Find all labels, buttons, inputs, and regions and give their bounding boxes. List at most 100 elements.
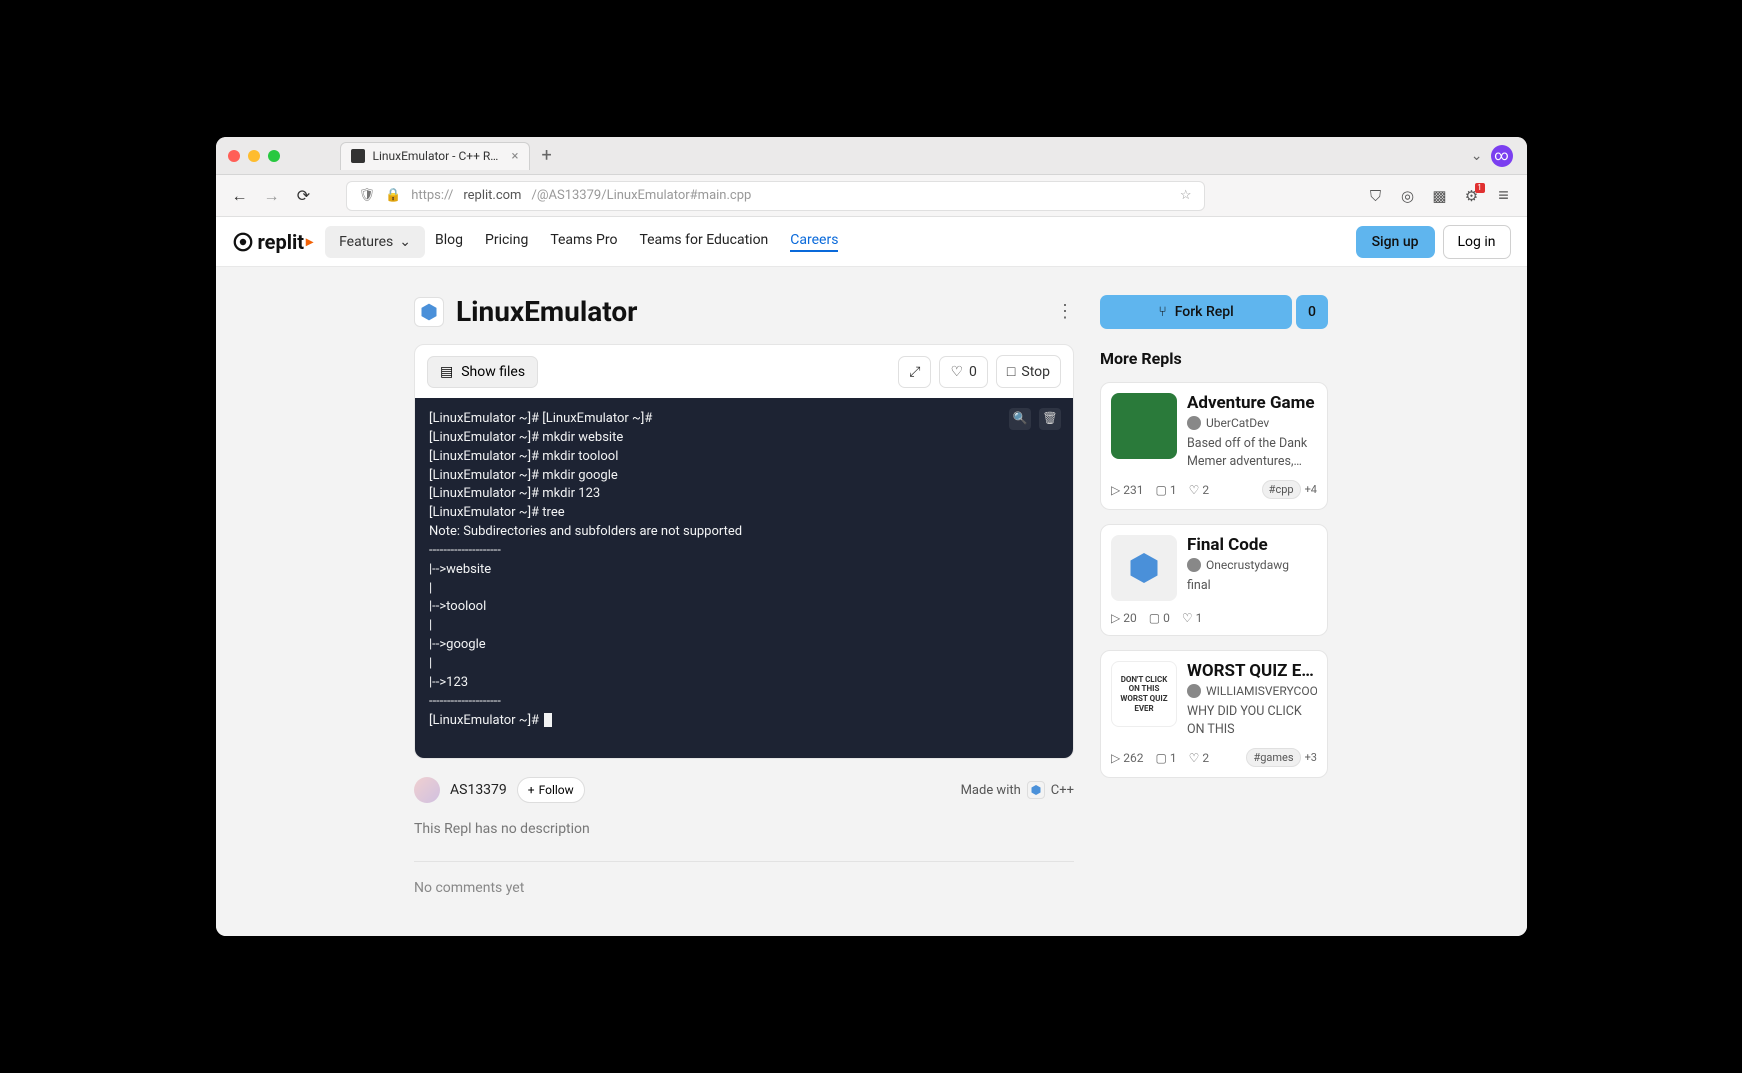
files-icon: ▤ (440, 364, 453, 380)
close-window-button[interactable] (228, 150, 240, 162)
fork-label: Fork Repl (1175, 304, 1234, 320)
card-title: Final Code (1187, 535, 1317, 555)
terminal-search-icon[interactable]: 🔍 (1009, 408, 1031, 430)
stop-button[interactable]: □ Stop (996, 355, 1061, 388)
address-bar[interactable]: 🛡 🔒 https://replit.com/@AS13379/LinuxEmu… (346, 181, 1205, 211)
terminal-output: [LinuxEmulator ~]# [LinuxEmulator ~]# [L… (429, 411, 742, 728)
nav-links: Blog Pricing Teams Pro Teams for Educati… (435, 232, 838, 252)
fork-count[interactable]: 0 (1296, 295, 1328, 329)
logo[interactable]: replit ▸ (232, 230, 314, 254)
card-author-avatar (1187, 416, 1201, 430)
plus-icon: + (528, 783, 535, 797)
author-avatar[interactable] (414, 777, 440, 803)
author-row: AS13379 + Follow Made with C++ (414, 777, 1074, 803)
more-menu-icon[interactable]: ⋮ (1056, 301, 1074, 322)
tabs-overflow-icon[interactable]: ⌄ (1471, 148, 1483, 164)
card-thumb: DON'T CLICK ON THIS WORST QUIZ EVER (1111, 661, 1177, 727)
play-icon: ▷ (1111, 611, 1120, 625)
heart-icon: ♡ (1189, 751, 1200, 765)
card-title: Adventure Game (1187, 393, 1317, 413)
nav-pricing[interactable]: Pricing (485, 232, 528, 252)
heart-icon: ♡ (1189, 483, 1200, 497)
no-comments-label: No comments yet (414, 880, 1074, 896)
shield-icon: 🛡 (359, 188, 376, 203)
tag-games[interactable]: #games (1246, 748, 1300, 767)
fork-row: ⑂ Fork Repl 0 (1100, 295, 1328, 329)
features-dropdown[interactable]: Features ⌄ (325, 226, 425, 258)
profile-badge-icon[interactable]: ∞ (1491, 145, 1513, 167)
tag-cpp[interactable]: #cpp (1262, 480, 1301, 499)
lock-icon: 🔒 (385, 188, 401, 203)
fork-button[interactable]: ⑂ Fork Repl (1100, 295, 1292, 329)
comment-icon: ▢ (1149, 611, 1160, 625)
card-title: WORST QUIZ EV... (1187, 661, 1317, 681)
repl-card: ▤ Show files ⤢ ♡ 0 □ Stop 🔍 🗑 [LinuxEmulat… (414, 344, 1074, 759)
more-repl-card[interactable]: Final Code Onecrustydawg final ▷20 ▢0 ♡1 (1100, 524, 1328, 636)
expand-icon: ⤢ (909, 364, 920, 380)
reload-button[interactable]: ⟳ (294, 186, 314, 205)
url-toolbar: ← → ⟳ 🛡 🔒 https://replit.com/@AS13379/Li… (216, 175, 1527, 217)
language-badge (414, 297, 444, 327)
login-button[interactable]: Log in (1443, 225, 1511, 259)
features-label: Features (339, 234, 393, 250)
favicon (351, 149, 365, 163)
made-with-badge[interactable] (1027, 781, 1045, 799)
nav-teams-pro[interactable]: Teams Pro (550, 232, 617, 252)
traffic-lights (228, 150, 280, 162)
back-button[interactable]: ← (230, 186, 250, 206)
browser-menu-icon[interactable]: ≡ (1495, 187, 1513, 205)
runs-stat: ▷262 (1111, 751, 1143, 765)
site-header: replit ▸ Features ⌄ Blog Pricing Teams P… (216, 217, 1527, 267)
tag-more[interactable]: +3 (1305, 751, 1317, 764)
heart-icon: ♡ (1182, 611, 1193, 625)
card-author: UberCatDev (1206, 416, 1269, 430)
browser-toolbar-icons: ⛉ ◎ ▩ ⚙1 ≡ (1367, 187, 1513, 205)
likes-stat: ♡1 (1182, 611, 1203, 625)
close-tab-icon[interactable]: × (512, 149, 519, 164)
runs-stat: ▷231 (1111, 483, 1143, 497)
logo-text: replit (258, 230, 305, 254)
language-label[interactable]: C++ (1051, 783, 1074, 798)
show-files-button[interactable]: ▤ Show files (427, 356, 538, 388)
nav-teams-education[interactable]: Teams for Education (639, 232, 768, 252)
comment-icon: ▢ (1155, 751, 1166, 765)
browser-tab[interactable]: LinuxEmulator - C++ Repl - Rep... × (340, 142, 530, 170)
maximize-window-button[interactable] (268, 150, 280, 162)
more-repl-card[interactable]: DON'T CLICK ON THIS WORST QUIZ EVER WORS… (1100, 650, 1328, 778)
terminal[interactable]: 🔍 🗑 [LinuxEmulator ~]# [LinuxEmulator ~]# … (415, 398, 1073, 758)
fork-icon: ⑂ (1158, 304, 1166, 320)
likes-stat: ♡2 (1189, 751, 1210, 765)
logo-icon (232, 231, 254, 253)
nav-blog[interactable]: Blog (435, 232, 463, 252)
chevron-down-icon: ⌄ (399, 234, 411, 250)
minimize-window-button[interactable] (248, 150, 260, 162)
url-host: replit.com (463, 188, 521, 203)
nav-careers[interactable]: Careers (790, 232, 838, 252)
extension-icon-1[interactable]: ◎ (1399, 187, 1417, 205)
card-desc: WHY DID YOU CLICK ON THIS (1187, 703, 1317, 738)
card-author-avatar (1187, 684, 1201, 698)
tag-more[interactable]: +4 (1305, 483, 1317, 496)
like-button[interactable]: ♡ 0 (939, 356, 987, 388)
cpp-icon-small (1030, 784, 1042, 796)
stop-icon: □ (1007, 363, 1015, 380)
pocket-icon[interactable]: ⛉ (1367, 187, 1385, 205)
extension-icon-2[interactable]: ▩ (1431, 187, 1449, 205)
follow-button[interactable]: + Follow (517, 777, 585, 803)
card-thumb (1111, 535, 1177, 601)
forward-button[interactable]: → (262, 186, 282, 206)
terminal-trash-icon[interactable]: 🗑 (1039, 408, 1061, 430)
tab-title: LinuxEmulator - C++ Repl - Rep... (373, 149, 504, 163)
bookmark-icon[interactable]: ☆ (1180, 188, 1192, 203)
more-repl-card[interactable]: Adventure Game UberCatDev Based off of t… (1100, 382, 1328, 510)
stop-label: Stop (1021, 364, 1050, 380)
more-repls-heading: More Repls (1100, 349, 1328, 368)
extension-icon-3[interactable]: ⚙1 (1463, 187, 1481, 205)
url-path: /@AS13379/LinuxEmulator#main.cpp (531, 188, 751, 203)
signup-button[interactable]: Sign up (1356, 226, 1435, 258)
follow-label: Follow (539, 783, 574, 797)
new-tab-button[interactable]: + (542, 145, 552, 166)
heart-icon: ♡ (950, 364, 963, 380)
expand-button[interactable]: ⤢ (898, 356, 931, 388)
author-name[interactable]: AS13379 (450, 782, 507, 798)
